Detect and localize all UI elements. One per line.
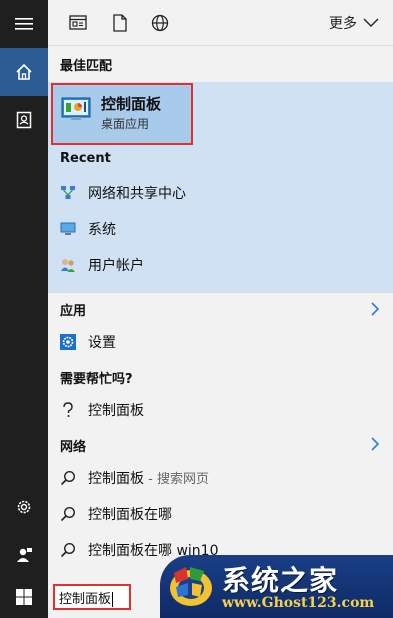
- apps-window-icon: [69, 15, 87, 30]
- home-button[interactable]: [0, 48, 48, 96]
- watermark-banner: 系统之家 www.Ghost123.com: [160, 555, 393, 618]
- notebook-icon: [16, 111, 32, 129]
- notebook-button[interactable]: [0, 96, 48, 144]
- document-icon: [113, 14, 127, 32]
- home-icon: [16, 63, 32, 80]
- question-icon: [60, 402, 76, 418]
- apps-chevron-right-icon[interactable]: [371, 302, 379, 316]
- search-input[interactable]: 控制面板: [53, 584, 131, 610]
- recent-item-label: 网络和共享中心: [88, 186, 186, 202]
- more-filters-dropdown[interactable]: 更多: [329, 13, 379, 33]
- apps-header: 应用: [60, 304, 87, 319]
- help-item-label: 控制面板: [88, 403, 144, 419]
- help-item-control-panel[interactable]: 控制面板: [48, 392, 393, 428]
- feedback-button[interactable]: [0, 531, 48, 579]
- watermark-url: www.Ghost123.com: [222, 595, 375, 611]
- settings-button[interactable]: [0, 483, 48, 531]
- search-results-panel: 更多 最佳匹配 控制面板 桌面应用 Recent 网络和共享中心 系统 用户帐户…: [48, 0, 393, 578]
- start-button[interactable]: [0, 576, 48, 618]
- help-header: 需要帮忙吗?: [60, 372, 133, 387]
- network-center-icon: [60, 185, 76, 201]
- web-chevron-right-icon[interactable]: [371, 437, 379, 451]
- recent-item-label: 用户帐户: [88, 258, 144, 274]
- watermark-title: 系统之家: [222, 564, 339, 597]
- recent-item-user-accounts[interactable]: 用户帐户: [48, 247, 393, 283]
- web-suggestion-text: 控制面板在哪: [88, 507, 172, 523]
- section-divider: [48, 292, 393, 293]
- search-query: 控制面板: [59, 592, 112, 607]
- recent-item-label: 系统: [88, 222, 116, 238]
- users-icon: [60, 257, 76, 273]
- search-icon: [60, 542, 76, 558]
- hamburger-menu-button[interactable]: [0, 0, 48, 48]
- person-feedback-icon: [17, 548, 32, 562]
- web-header: 网络: [60, 440, 87, 455]
- search-icon: [60, 506, 76, 522]
- filter-documents-button[interactable]: [108, 11, 132, 35]
- best-match-title: 控制面板: [101, 95, 162, 113]
- app-item-settings[interactable]: 设置: [48, 324, 393, 360]
- web-suggestion-1[interactable]: 控制面板 - 搜索网页: [48, 460, 393, 496]
- filter-toolbar: 更多: [48, 0, 393, 46]
- web-suggestion-label: 控制面板 - 搜索网页: [88, 468, 209, 488]
- start-left-rail: [0, 0, 48, 618]
- gear-icon: [17, 500, 31, 514]
- web-suggestion-2[interactable]: 控制面板在哪: [48, 496, 393, 532]
- more-label: 更多: [329, 16, 357, 32]
- gear-icon: [60, 334, 76, 350]
- watermark-logo-icon: [170, 567, 212, 606]
- search-icon: [60, 470, 76, 486]
- control-panel-icon: [61, 97, 91, 125]
- filter-web-button[interactable]: [148, 11, 172, 35]
- app-item-label: 设置: [88, 335, 116, 351]
- chevron-down-icon: [363, 18, 379, 27]
- monitor-icon: [60, 221, 76, 237]
- windows-logo-icon: [16, 589, 32, 605]
- globe-icon: [151, 14, 169, 32]
- hamburger-icon: [15, 18, 33, 30]
- recent-item-system[interactable]: 系统: [48, 211, 393, 247]
- best-match-header: 最佳匹配: [60, 59, 113, 74]
- web-suggestion-text: 控制面板: [88, 471, 144, 487]
- recent-header: Recent: [60, 151, 111, 166]
- web-suggestion-suffix: - 搜索网页: [144, 472, 209, 487]
- best-match-subtitle: 桌面应用: [101, 117, 150, 131]
- filter-apps-button[interactable]: [66, 11, 90, 35]
- text-caret: [112, 592, 114, 607]
- recent-item-network-center[interactable]: 网络和共享中心: [48, 175, 393, 211]
